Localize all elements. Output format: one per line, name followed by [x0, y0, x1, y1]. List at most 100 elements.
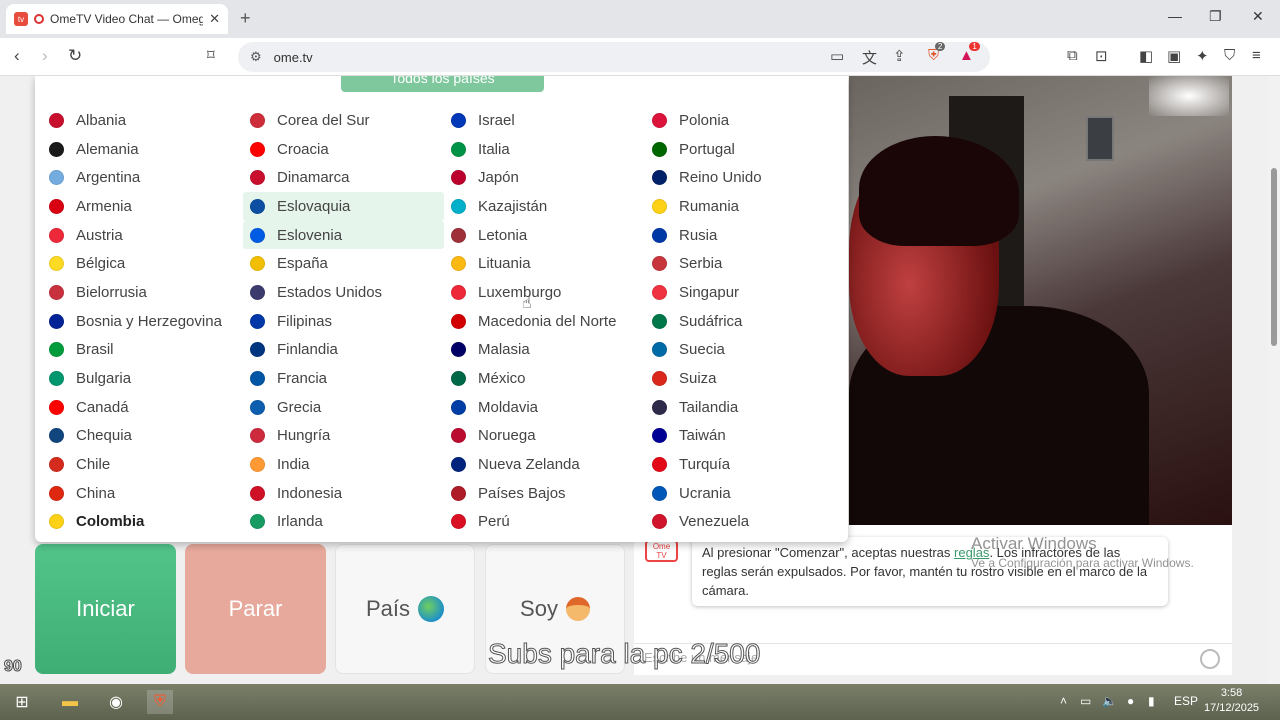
country-item[interactable]: Chile	[42, 450, 243, 479]
country-item[interactable]: Suecia	[645, 336, 842, 365]
country-item[interactable]: Eslovenia	[243, 220, 444, 250]
scrollbar-thumb[interactable]	[1271, 168, 1277, 346]
vpn-icon[interactable]: ⛉	[1224, 47, 1235, 64]
country-item[interactable]: Dinamarca	[243, 163, 444, 192]
country-item[interactable]: Polonia	[645, 106, 842, 135]
screenshot-icon[interactable]: ⊡	[1095, 47, 1108, 65]
country-item[interactable]: Turquía	[645, 450, 842, 479]
country-item[interactable]: Eslovaquia	[243, 192, 444, 221]
country-button[interactable]: País	[335, 544, 475, 674]
tab-close-icon[interactable]: ✕	[209, 11, 220, 27]
country-item[interactable]: Finlandia	[243, 336, 444, 365]
country-item[interactable]: Letonia	[444, 221, 645, 250]
country-item[interactable]: Croacia	[243, 135, 444, 164]
country-item[interactable]: Macedonia del Norte	[444, 307, 645, 336]
country-item[interactable]: Luxemburgo	[444, 278, 645, 307]
wallet-icon[interactable]: ▣	[1167, 47, 1181, 65]
all-countries-button[interactable]: Todos los países	[341, 76, 544, 92]
country-item[interactable]: Corea del Sur	[243, 106, 444, 135]
country-item[interactable]: Bosnia y Herzegovina	[42, 307, 243, 336]
new-tab-button[interactable]: +	[240, 8, 251, 29]
country-item[interactable]: Ucrania	[645, 479, 842, 508]
country-item[interactable]: Chequia	[42, 422, 243, 451]
stop-button[interactable]: Parar	[185, 544, 326, 674]
file-explorer-icon[interactable]: ▬	[57, 690, 83, 714]
country-item[interactable]: Reino Unido	[645, 163, 842, 192]
country-item[interactable]: Armenia	[42, 192, 243, 221]
country-item[interactable]: Brasil	[42, 336, 243, 365]
country-item[interactable]: Moldavia	[444, 393, 645, 422]
country-item[interactable]: Canadá	[42, 393, 243, 422]
reload-icon[interactable]: ↻	[68, 46, 82, 66]
country-item[interactable]: Israel	[444, 106, 645, 135]
country-item[interactable]: Lituania	[444, 249, 645, 278]
restore-icon[interactable]: ❐	[1209, 8, 1222, 25]
windows-start-icon[interactable]: ⊞	[9, 690, 35, 714]
country-item[interactable]: Malasia	[444, 336, 645, 365]
country-item[interactable]: Singapur	[645, 278, 842, 307]
country-item[interactable]: Nueva Zelanda	[444, 450, 645, 479]
country-item[interactable]: Noruega	[444, 422, 645, 451]
emoji-icon[interactable]	[1200, 649, 1220, 669]
country-item[interactable]: Perú	[444, 508, 645, 537]
menu-icon[interactable]: ≡	[1252, 47, 1261, 64]
country-item[interactable]: Indonesia	[243, 479, 444, 508]
country-item[interactable]: Italia	[444, 135, 645, 164]
country-item[interactable]: Japón	[444, 163, 645, 192]
country-item[interactable]: Irlanda	[243, 508, 444, 537]
country-item[interactable]: Tailandia	[645, 393, 842, 422]
obs-icon[interactable]: ◉	[103, 690, 129, 714]
sidebar-icon[interactable]: ◧	[1139, 47, 1153, 65]
leo-ai-icon[interactable]: ✦	[1196, 47, 1209, 65]
network-icon[interactable]: ▭	[1080, 694, 1091, 708]
country-item[interactable]: Albania	[42, 106, 243, 135]
country-item[interactable]: Bélgica	[42, 249, 243, 278]
language-indicator[interactable]: ESP	[1174, 694, 1198, 708]
country-item[interactable]: España	[243, 249, 444, 278]
page-scrollbar[interactable]	[1268, 76, 1280, 684]
country-item[interactable]: Argentina	[42, 163, 243, 192]
country-item[interactable]: Hungría	[243, 422, 444, 451]
start-button[interactable]: Iniciar	[35, 544, 176, 674]
cast-icon[interactable]: ▭	[830, 47, 844, 65]
country-item[interactable]: Serbia	[645, 249, 842, 278]
country-item[interactable]: India	[243, 450, 444, 479]
country-item[interactable]: Rusia	[645, 221, 842, 250]
country-item[interactable]: Rumania	[645, 192, 842, 221]
country-item[interactable]: Suiza	[645, 364, 842, 393]
battery-icon[interactable]: ▮	[1148, 694, 1155, 708]
minimize-icon[interactable]: —	[1168, 8, 1182, 24]
bookmark-icon[interactable]: ⌑	[207, 46, 215, 64]
brave-shields-icon[interactable]: ⛨ 2	[928, 42, 946, 64]
brave-rewards-icon[interactable]: ▲ 1	[959, 42, 980, 64]
country-item[interactable]: Portugal	[645, 135, 842, 164]
clock[interactable]: 3:58 17/12/2025	[1204, 686, 1259, 716]
country-item[interactable]: Países Bajos	[444, 479, 645, 508]
country-item[interactable]: Bulgaria	[42, 364, 243, 393]
country-item[interactable]: Taiwán	[645, 422, 842, 451]
country-item[interactable]: Estados Unidos	[243, 278, 444, 307]
site-settings-icon[interactable]: ⚙	[250, 49, 262, 65]
country-item[interactable]: Alemania	[42, 135, 243, 164]
tab-ometv[interactable]: tv OmeTV Video Chat — Omegl ✕	[6, 4, 228, 34]
country-item[interactable]: Sudáfrica	[645, 307, 842, 336]
country-item[interactable]: Grecia	[243, 393, 444, 422]
country-item[interactable]: Kazajistán	[444, 192, 645, 221]
country-item[interactable]: Bielorrusia	[42, 278, 243, 307]
volume-icon[interactable]: 🔈	[1102, 694, 1117, 708]
share-icon[interactable]: ⇪	[893, 47, 906, 65]
country-item[interactable]: Colombia	[42, 508, 243, 537]
country-item[interactable]: Francia	[243, 364, 444, 393]
brave-browser-icon[interactable]: ⛨	[147, 690, 173, 714]
forward-icon[interactable]: ›	[42, 46, 48, 66]
tray-chevron-icon[interactable]: ˄	[1060, 694, 1067, 708]
country-item[interactable]: Filipinas	[243, 307, 444, 336]
back-icon[interactable]: ‹	[14, 46, 20, 66]
country-item[interactable]: Venezuela	[645, 508, 842, 537]
country-item[interactable]: Austria	[42, 221, 243, 250]
microphone-icon[interactable]: ●	[1127, 694, 1134, 708]
extensions-icon[interactable]: ⧉	[1067, 47, 1078, 64]
country-item[interactable]: México	[444, 364, 645, 393]
translate-icon[interactable]: 文	[862, 47, 877, 68]
country-item[interactable]: China	[42, 479, 243, 508]
